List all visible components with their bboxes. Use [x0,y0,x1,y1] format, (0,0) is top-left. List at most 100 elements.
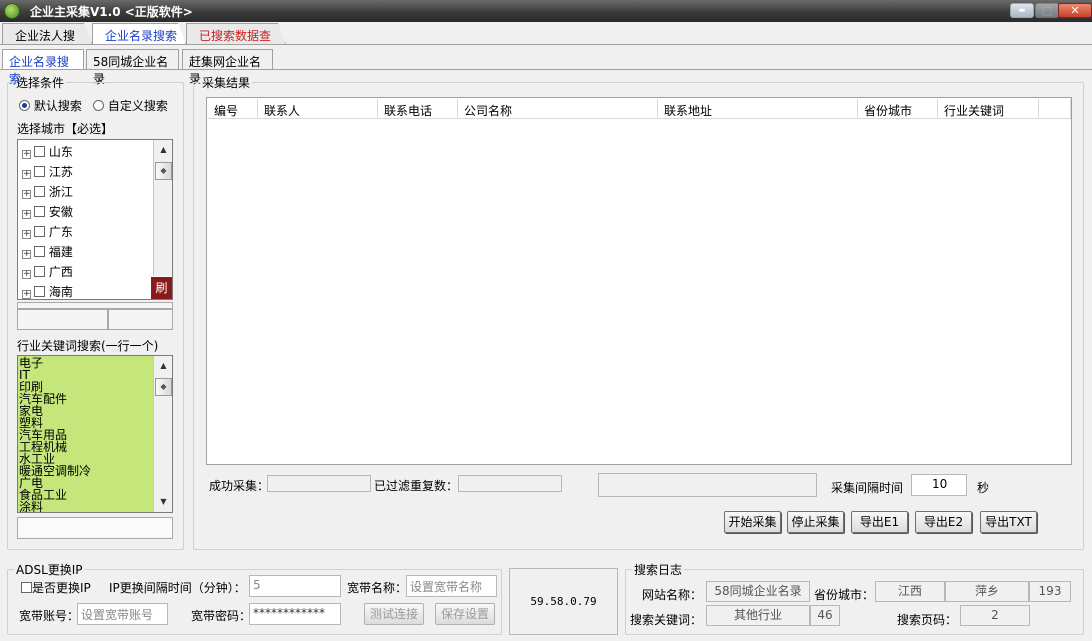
radio-unchecked-icon [93,100,104,111]
city-scrollbar[interactable]: ▲ ◆ [153,140,172,276]
expand-icon[interactable]: + [22,290,31,299]
duplicate-label: 已过滤重复数： [374,479,459,493]
expand-icon[interactable]: + [22,270,31,279]
results-grid[interactable]: 编号 联系人 联系电话 公司名称 联系地址 省份城市 行业关键词 [206,97,1072,465]
radio-custom-label: 自定义搜索 [107,99,168,113]
checkbox[interactable] [34,286,45,297]
broadband-name-label: 宽带名称： [347,581,408,595]
city-name: 江苏 [48,165,73,179]
keyword-count-value: 46 [810,605,840,626]
keyword-extra-input[interactable] [17,517,173,539]
broadband-password-label: 宽带密码： [191,609,252,623]
tab-legal-person-search[interactable]: 企业法人搜索 [2,23,92,44]
window-title: 企业主采集V1.0 <正版软件> [30,5,193,19]
tab-searched-data[interactable]: 已搜索数据查询 [186,23,286,44]
checkbox[interactable] [34,246,45,257]
city-label: 选择城市【必选】 [17,122,114,136]
city-name: 广东 [48,225,73,239]
tree-item-hainan[interactable]: + 海南 [22,283,73,299]
export-e2-button[interactable]: 导出E2 [915,511,972,533]
tab-directory-search[interactable]: 企业名录搜索 [92,23,186,44]
refresh-button[interactable]: 刷 [151,277,172,299]
ip-interval-input[interactable]: 5 [249,575,341,597]
checkbox[interactable] [34,146,45,157]
scroll-up-icon[interactable]: ▲ [156,359,171,373]
subtab-58-directory[interactable]: 58同城企业名录 [86,49,179,86]
tree-item-zhejiang[interactable]: + 浙江 [22,183,73,203]
switch-ip-checkbox[interactable]: 是否更换IP [21,579,91,596]
site-name-value: 58同城企业名录 [706,581,810,602]
city-name: 福建 [48,245,73,259]
interval-input[interactable]: 10 [911,474,967,496]
checkbox[interactable] [34,226,45,237]
selected-box-left [17,309,108,330]
column-header-filler [1039,99,1071,119]
column-header[interactable]: 联系电话 [378,99,458,119]
expand-icon[interactable]: + [22,210,31,219]
broadband-password-input[interactable]: ************ [249,603,341,625]
start-collect-button[interactable]: 开始采集 [724,511,781,533]
export-txt-button[interactable]: 导出TXT [980,511,1037,533]
subtab-divider [0,69,1092,70]
export-e1-button[interactable]: 导出E1 [851,511,908,533]
column-header[interactable]: 编号 [208,99,258,119]
column-header[interactable]: 联系地址 [658,99,858,119]
keyword-line: 涂料 [19,500,44,513]
tree-item-guangdong[interactable]: + 广东 [22,223,73,243]
city-name: 安徽 [48,205,73,219]
criteria-legend: 选择条件 [16,76,65,90]
save-settings-button[interactable]: 保存设置 [435,603,495,625]
maximize-icon: □ [1041,4,1053,17]
scroll-thumb[interactable]: ◆ [155,162,172,180]
search-log-legend: 搜索日志 [634,563,683,577]
search-keyword-value: 其他行业 [706,605,810,626]
column-header[interactable]: 公司名称 [458,99,658,119]
subtab-ganji-directory[interactable]: 赶集网企业名录 [182,49,273,86]
checkbox[interactable] [34,166,45,177]
site-name-label: 网站名称： [642,588,703,602]
radio-custom-search[interactable]: 自定义搜索 [93,97,168,114]
tree-item-fujian[interactable]: + 福建 [22,243,73,263]
city-value: 萍乡 [945,581,1029,602]
tree-item-jiangsu[interactable]: + 江苏 [22,163,73,183]
expand-icon[interactable]: + [22,230,31,239]
column-header[interactable]: 省份城市 [858,99,938,119]
minimize-button[interactable]: ▬ [1010,3,1034,18]
tree-item-guangxi[interactable]: + 广西 [22,263,73,283]
scroll-up-icon[interactable]: ▲ [156,143,171,157]
checkbox[interactable] [34,206,45,217]
broadband-name-input[interactable]: 设置宽带名称 [406,575,497,597]
scroll-down-icon[interactable]: ▼ [156,495,171,509]
radio-default-search[interactable]: 默认搜索 [19,97,82,114]
tree-hscroll[interactable] [17,302,173,309]
search-keyword-label: 搜索关键词： [630,613,703,627]
checkbox[interactable] [34,186,45,197]
tree-item-anhui[interactable]: + 安徽 [22,203,73,223]
close-icon: ✕ [1070,4,1080,17]
keyword-scrollbar[interactable]: ▲ ◆ ▼ [153,356,172,512]
column-header[interactable]: 行业关键词 [938,99,1039,119]
tree-item-shandong[interactable]: + 山东 [22,143,73,163]
expand-icon[interactable]: + [22,170,31,179]
column-header[interactable]: 联系人 [258,99,378,119]
checkbox[interactable] [34,266,45,277]
interval-label: 采集间隔时间 [831,481,904,495]
keyword-textarea[interactable]: 电子 IT 印刷 汽车配件 家电 塑料 汽车用品 工程机械 水工业 暖通空调制冷… [17,355,173,513]
broadband-account-input[interactable]: 设置宽带账号 [77,603,168,625]
test-connection-button[interactable]: 测试连接 [364,603,424,625]
expand-icon[interactable]: + [22,150,31,159]
close-button[interactable]: ✕ [1058,3,1092,18]
subtab-directory-search[interactable]: 企业名录搜索 [2,49,84,86]
checkbox[interactable] [21,582,32,593]
city-name: 海南 [48,285,73,299]
scroll-thumb[interactable]: ◆ [155,378,172,396]
title-bar: 企业主采集V1.0 <正版软件> ▬ □ ✕ [0,0,1092,22]
expand-icon[interactable]: + [22,190,31,199]
maximize-button[interactable]: □ [1035,3,1059,18]
province-city-label: 省份城市： [814,588,875,602]
radio-checked-icon [19,100,30,111]
adsl-legend: ADSL更换IP [16,563,83,577]
expand-icon[interactable]: + [22,250,31,259]
stop-collect-button[interactable]: 停止采集 [787,511,844,533]
city-tree[interactable]: + 山东 + 江苏 + 浙江 + 安徽 + 广东 + 福建 + 广西 + 海南 … [17,139,173,300]
